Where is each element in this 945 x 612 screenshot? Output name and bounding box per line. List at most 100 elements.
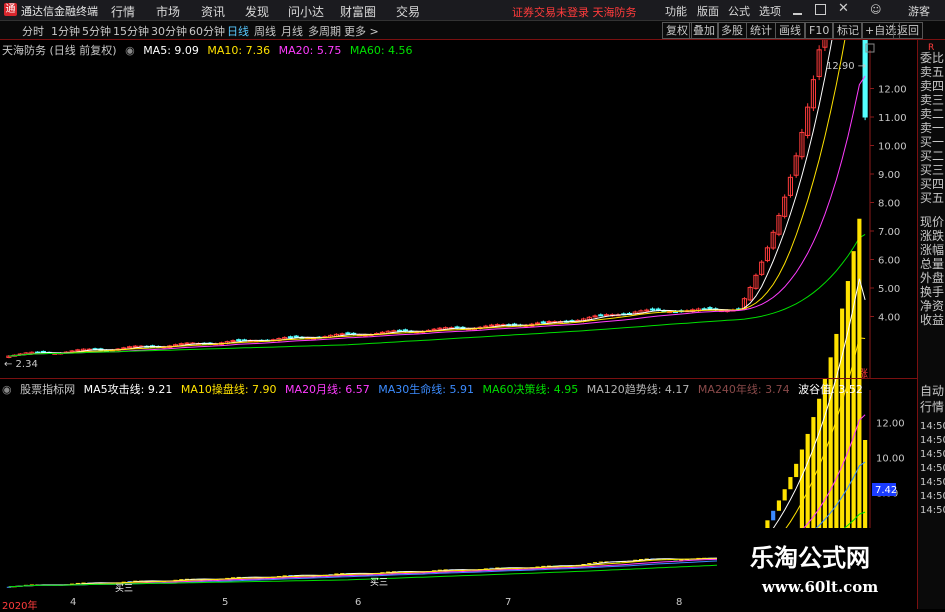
tab-daily[interactable]: 日线 bbox=[227, 23, 249, 39]
panel-item: 卖四 bbox=[920, 79, 945, 93]
menu-ask[interactable]: 问小达 bbox=[288, 3, 324, 20]
main-chart-legend: 天海防务 (日线 前复权) ◉ MA5: 9.09 MA10: 7.36 MA2… bbox=[2, 42, 418, 58]
signal-bar bbox=[794, 463, 799, 478]
tab-monthly[interactable]: 月线 bbox=[281, 23, 303, 39]
panel-item: 委比 bbox=[920, 51, 945, 65]
menu-discover[interactable]: 发现 bbox=[245, 3, 269, 20]
menu-quotes[interactable]: 行情 bbox=[111, 3, 135, 20]
signal-bar bbox=[592, 562, 598, 564]
tab-multi-period[interactable]: 多周期 bbox=[308, 23, 341, 39]
candle-body bbox=[489, 324, 495, 327]
overlay-button[interactable]: 叠加 bbox=[689, 22, 719, 39]
close-icon[interactable]: ✕ bbox=[838, 1, 849, 16]
watermark-url: www.60lt.com bbox=[762, 578, 879, 596]
candle-body bbox=[431, 328, 437, 331]
ma5-attack-label: MA5攻击线: 9.21 bbox=[83, 383, 173, 396]
candle-body bbox=[339, 333, 345, 336]
stats-button[interactable]: 统计 bbox=[746, 22, 776, 39]
buy-mark-label: 买三 bbox=[370, 577, 388, 588]
auto-button[interactable]: 自动 bbox=[920, 384, 944, 398]
ma-line-60 bbox=[8, 233, 866, 357]
tick-time: 14:50 bbox=[920, 435, 945, 446]
tab-1min[interactable]: 1分钟 bbox=[51, 23, 80, 39]
signal-bar bbox=[587, 563, 592, 565]
watermark-title: 乐淘公式网 bbox=[750, 543, 870, 572]
panel-item: 涨跌 bbox=[920, 229, 945, 243]
ma10-operate-label: MA10操盘线: 7.90 bbox=[180, 383, 277, 396]
period-toolbar: 分时 1分钟 5分钟 15分钟 30分钟 60分钟 日线 周线 月线 多周期 更… bbox=[0, 21, 945, 40]
adjust-button[interactable]: 复权 bbox=[662, 22, 692, 39]
ma60-label: MA60: 4.56 bbox=[349, 44, 413, 57]
ma5-label: MA5: 9.09 bbox=[143, 44, 199, 57]
ma240-year-label: MA240年线: 3.74 bbox=[697, 383, 790, 396]
menu-layout[interactable]: 版面 bbox=[697, 3, 719, 19]
maximize-icon[interactable] bbox=[815, 4, 826, 15]
minimize-icon[interactable] bbox=[793, 4, 802, 15]
quote-panel: R 委比 卖五 卖四 卖三 卖二 卖一 买一 买二 买三 买四 买五 现价 涨跌… bbox=[917, 40, 945, 609]
ma-line-20 bbox=[8, 75, 866, 357]
user-icon[interactable]: ☺ bbox=[870, 3, 881, 16]
candle-body bbox=[655, 308, 661, 311]
indicator-legend: ◉ 股票指标网 MA5攻击线: 9.21 MA10操盘线: 7.90 MA20月… bbox=[2, 381, 868, 397]
tab-15min[interactable]: 15分钟 bbox=[113, 23, 149, 39]
tab-30min[interactable]: 30分钟 bbox=[151, 23, 187, 39]
tab-5min[interactable]: 5分钟 bbox=[82, 23, 111, 39]
menu-wealth[interactable]: 财富圈 bbox=[340, 3, 376, 20]
panel-item: 现价 bbox=[920, 215, 945, 229]
candle-body bbox=[379, 331, 385, 334]
tick-time: 14:50 bbox=[920, 463, 945, 474]
tab-timeshare[interactable]: 分时 bbox=[22, 23, 44, 39]
draw-button[interactable]: 画线 bbox=[775, 22, 805, 39]
panel-item: 卖二 bbox=[920, 107, 945, 121]
menu-trade[interactable]: 交易 bbox=[396, 3, 420, 20]
ma120-trend-label: MA120趋势线: 4.17 bbox=[586, 383, 690, 396]
valley-value-label: 波谷值: 3.52 bbox=[798, 383, 863, 396]
candle-body bbox=[345, 332, 351, 335]
signal-bar bbox=[788, 477, 793, 490]
candle-body bbox=[649, 308, 656, 311]
panel-item: 行情 bbox=[920, 400, 945, 414]
settings-icon[interactable]: ◉ bbox=[2, 383, 12, 396]
panel-item: 卖一 bbox=[920, 121, 945, 135]
mark-button[interactable]: 标记 bbox=[833, 22, 863, 39]
tab-more[interactable]: 更多 > bbox=[344, 23, 379, 39]
pane-divider[interactable] bbox=[0, 378, 917, 379]
panel-item: 买五 bbox=[920, 191, 945, 205]
candle-body bbox=[75, 349, 81, 352]
buy-mark-label: 买三 bbox=[115, 583, 133, 594]
menu-function[interactable]: 功能 bbox=[665, 3, 687, 19]
y-tick-label: 4.00 bbox=[878, 313, 900, 324]
panel-item: 买二 bbox=[920, 149, 945, 163]
low-price-label: ← 2.34 bbox=[4, 359, 38, 370]
guest-label[interactable]: 游客 bbox=[908, 3, 930, 19]
x-tick: 7 bbox=[505, 597, 512, 608]
menu-market[interactable]: 市场 bbox=[156, 3, 180, 20]
multi-stock-button[interactable]: 多股 bbox=[717, 22, 747, 39]
tick-time: 14:50 bbox=[920, 505, 945, 516]
candle-body bbox=[598, 314, 604, 317]
tab-weekly[interactable]: 周线 bbox=[254, 23, 276, 39]
login-notice: 证券交易未登录 天海防务 bbox=[512, 6, 637, 19]
stock-title: 天海防务 (日线 前复权) bbox=[2, 44, 117, 57]
tick-time: 14:50 bbox=[920, 491, 945, 502]
x-tick: 5 bbox=[222, 597, 229, 608]
indicator-title[interactable]: 股票指标网 bbox=[20, 383, 75, 396]
app-title: 通达信金融终端 bbox=[21, 5, 98, 18]
tab-60min[interactable]: 60分钟 bbox=[189, 23, 225, 39]
candle-body bbox=[592, 315, 598, 318]
menu-options[interactable]: 选项 bbox=[759, 3, 781, 19]
menu-news[interactable]: 资讯 bbox=[201, 3, 225, 20]
x-tick: 4 bbox=[70, 597, 77, 608]
y-tick-label: 8.00 bbox=[878, 199, 900, 210]
kline-chart[interactable]: 12.00 11.00 10.00 9.00 8.00 7.00 6.00 5.00 4.00 1… bbox=[0, 40, 917, 609]
panel-item: 总量 bbox=[920, 257, 945, 271]
f10-button[interactable]: F10 bbox=[805, 22, 834, 39]
ma20-label: MA20: 5.75 bbox=[278, 44, 342, 57]
candle-body bbox=[121, 347, 127, 350]
signal-bar bbox=[782, 489, 787, 501]
menu-formula[interactable]: 公式 bbox=[728, 3, 750, 19]
dropdown-icon[interactable]: ◉ bbox=[125, 44, 135, 57]
x-tick: 8 bbox=[676, 597, 683, 608]
candle-body bbox=[603, 314, 610, 317]
back-button[interactable]: 返回 bbox=[893, 22, 923, 39]
